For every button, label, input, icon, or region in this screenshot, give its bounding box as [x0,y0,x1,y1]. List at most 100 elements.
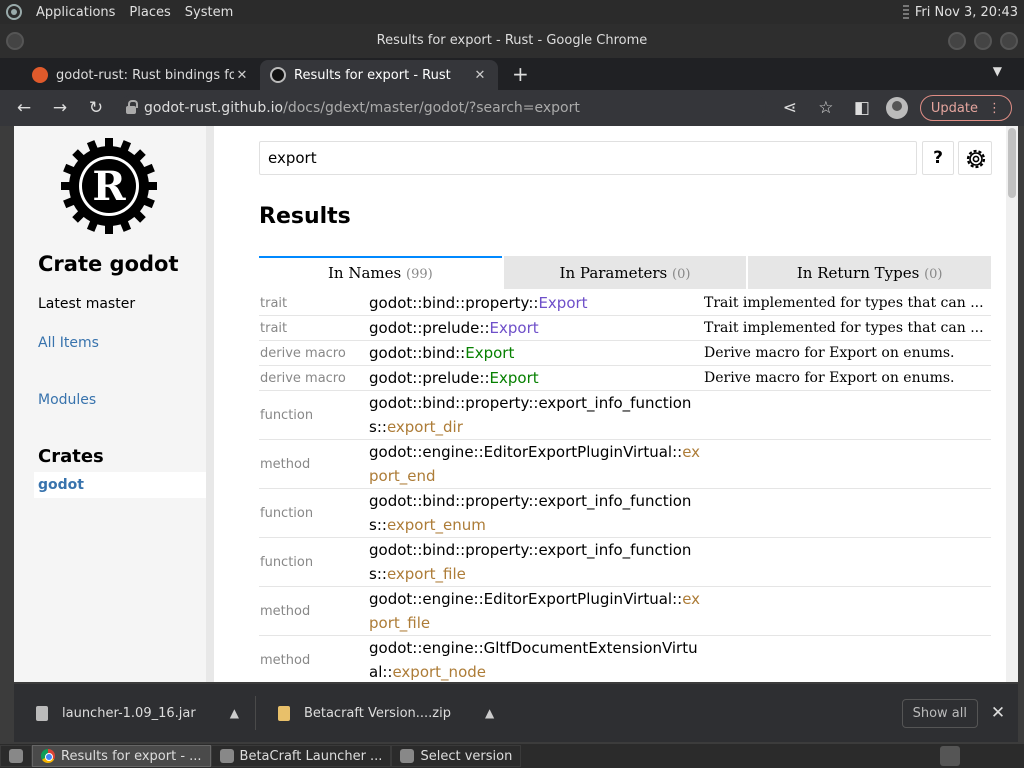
result-path[interactable]: godot::bind::property::export_info_funct… [369,538,704,586]
result-path[interactable]: godot::bind::property::export_info_funct… [369,489,704,537]
result-row[interactable]: derive macro godot::prelude::Export Derive… [259,366,991,391]
result-item-name[interactable]: export_enum [387,516,486,534]
sidebar-resizer[interactable] [206,126,214,682]
result-description: Derive macro for Export on enums. [704,345,955,361]
result-item-name[interactable]: Export [465,344,514,362]
update-button[interactable]: Update ⋮ [919,95,1012,121]
modules-link[interactable]: Modules [38,392,96,408]
help-button[interactable]: ? [922,141,954,175]
tab-in-names[interactable]: In Names (99) [259,256,502,289]
file-icon [36,705,48,721]
taskbar-item-select-version[interactable]: Select version [391,745,522,767]
result-path[interactable]: godot::engine::GltfDocumentExtensionVirt… [369,636,704,682]
download-name: Betacraft Version....zip [303,705,451,721]
result-row[interactable]: function godot::bind::property::export_in… [259,391,991,440]
result-item-name[interactable]: export_dir [387,418,463,436]
close-downloads-icon[interactable]: ✕ [978,703,1018,723]
back-arrow-icon[interactable]: ← [12,98,36,118]
chevron-up-icon[interactable]: ▲ [230,706,239,720]
minimize-button[interactable] [948,32,966,50]
all-items-link[interactable]: All Items [38,335,99,351]
window-title: Results for export - Rust - Google Chrom… [376,33,648,48]
show-all-button[interactable]: Show all [901,698,978,728]
result-description: Trait implemented for types that can ... [704,320,984,336]
result-kind: derive macro [260,370,346,386]
result-row[interactable]: method godot::engine::GltfDocumentExtensi… [259,636,991,682]
tab-label: Results for export - Rust [294,67,451,83]
rust-logo-icon[interactable]: R [59,136,159,236]
tab-search-chevron-icon[interactable]: ▼ [993,64,1002,78]
clock[interactable]: Fri Nov 3, 20:43 [915,5,1018,20]
bookmark-star-icon[interactable]: ☆ [814,98,838,118]
crate-link-godot[interactable]: godot [34,472,206,498]
result-row[interactable]: method godot::engine::EditorExportPluginV… [259,440,991,489]
result-row[interactable]: function godot::bind::property::export_in… [259,489,991,538]
profile-avatar-icon[interactable] [885,97,908,119]
java-icon [219,749,234,763]
tray-chrome-icon[interactable] [940,746,960,766]
result-kind: trait [260,295,288,311]
tab-count: (0) [672,267,691,282]
result-row[interactable]: trait godot::bind::property::Export Trait … [259,291,991,316]
tab-in-parameters[interactable]: In Parameters (0) [503,256,747,289]
java-icon [400,749,415,763]
crate-title[interactable]: Crate godot [38,252,179,276]
result-row[interactable]: function godot::bind::property::export_in… [259,538,991,587]
lock-icon[interactable] [126,100,138,114]
taskbar-item-chrome[interactable]: Results for export - ... [32,745,211,767]
result-path[interactable]: godot::bind::Export [369,341,704,365]
result-path[interactable]: godot::bind::property::Export [369,291,704,315]
result-path[interactable]: godot::engine::EditorExportPluginVirtual… [369,587,704,635]
result-item-name[interactable]: Export [490,369,539,387]
result-path[interactable]: godot::prelude::Export [369,366,704,390]
result-path-prefix: godot::prelude:: [369,369,490,387]
maximize-button[interactable] [974,32,992,50]
new-tab-button[interactable]: + [512,60,529,90]
close-window-button[interactable] [1000,32,1018,50]
reload-icon[interactable]: ↻ [84,98,108,118]
tab-label: godot-rust: Rust bindings for the [56,67,234,83]
side-panel-icon[interactable]: ◧ [850,98,874,118]
scrollbar-thumb[interactable] [1008,128,1016,198]
search-input[interactable]: export [259,141,917,175]
url-path: /docs/gdext/master/godot/?search=export [283,100,580,116]
menu-system[interactable]: System [185,5,233,20]
close-tab-icon[interactable]: ✕ [472,68,488,83]
menu-places[interactable]: Places [129,5,170,20]
result-row[interactable]: trait godot::prelude::Export Trait impleme… [259,316,991,341]
result-item-name[interactable]: export_file [387,565,466,583]
result-kind: method [260,652,311,668]
godot-favicon-icon [32,67,48,83]
window-menu-button[interactable] [6,32,24,50]
forward-arrow-icon[interactable]: → [48,98,72,118]
result-item-name[interactable]: Export [490,319,539,337]
address-bar[interactable]: godot-rust.github.io/docs/gdext/master/g… [120,94,766,122]
show-desktop-button[interactable] [0,745,32,767]
result-row[interactable]: derive macro godot::bind::Export Derive ma… [259,341,991,366]
os-top-panel: Applications Places System Fri Nov 3, 20… [0,0,1024,24]
download-item-jar[interactable]: launcher-1.09_16.jar ▲ [14,705,239,721]
result-path-prefix: godot::bind::property:: [369,294,539,312]
page-scrollbar[interactable] [1006,126,1018,682]
download-item-zip[interactable]: Betacraft Version....zip ▲ [256,705,494,721]
share-icon[interactable]: ⋖ [778,98,802,118]
menu-applications[interactable]: Applications [36,5,115,20]
chevron-up-icon[interactable]: ▲ [485,706,494,720]
result-item-name[interactable]: Export [538,294,587,312]
taskbar-item-betacraft[interactable]: BetaCraft Launcher ... [210,745,392,767]
result-row[interactable]: method godot::engine::EditorExportPluginV… [259,587,991,636]
os-logo-icon[interactable] [6,4,22,20]
zip-icon [277,705,290,721]
result-item-name[interactable]: export_node [392,663,486,681]
page-content: R Crate godot Latest master All Items Mo… [14,126,1018,682]
result-path[interactable]: godot::prelude::Export [369,316,704,340]
tab-in-return-types[interactable]: In Return Types (0) [748,256,992,289]
downloads-bar: launcher-1.09_16.jar ▲ Betacraft Version… [14,684,1018,742]
close-tab-icon[interactable]: ✕ [234,68,250,83]
kebab-menu-icon[interactable]: ⋮ [988,101,1001,116]
settings-button[interactable] [958,141,992,175]
tab-results-for-export[interactable]: Results for export - Rust ✕ [260,60,498,90]
result-path[interactable]: godot::engine::EditorExportPluginVirtual… [369,440,704,488]
tab-godot-rust[interactable]: godot-rust: Rust bindings for the ✕ [22,60,260,90]
result-path[interactable]: godot::bind::property::export_info_funct… [369,391,704,439]
